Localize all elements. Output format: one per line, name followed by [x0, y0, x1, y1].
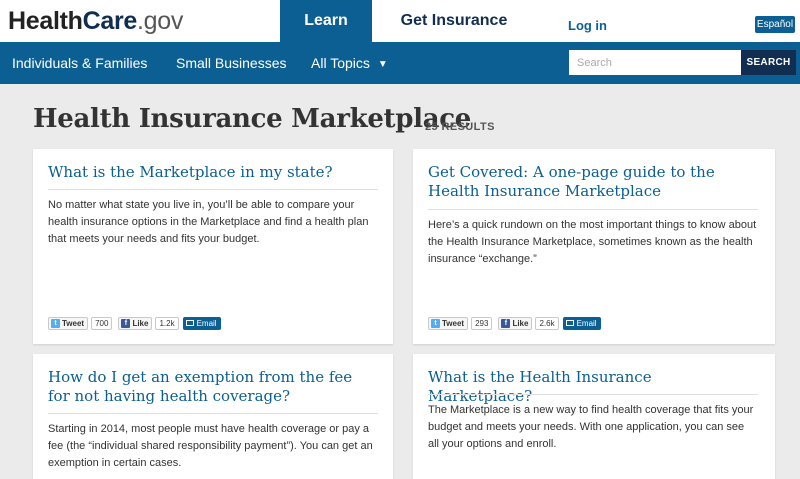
facebook-f-icon: f: [121, 318, 131, 328]
article-card: What is the Marketplace in my state? No …: [33, 149, 393, 344]
nav-tab-learn[interactable]: Learn: [280, 0, 372, 42]
logo-part-care: Care: [82, 7, 138, 35]
email-share-button[interactable]: Email: [182, 316, 221, 330]
search-button[interactable]: SEARCH: [741, 50, 796, 75]
card-divider: [48, 189, 378, 190]
tweet-button[interactable]: t Tweet: [48, 316, 89, 330]
tweet-label: Tweet: [442, 318, 465, 328]
healthcare-gov-logo[interactable]: HealthCare.gov: [8, 7, 183, 36]
language-toggle-button[interactable]: Español: [755, 16, 795, 33]
card-title-link[interactable]: Get Covered: A one-page guide to the Hea…: [428, 163, 748, 201]
login-link[interactable]: Log in: [568, 18, 607, 33]
chevron-down-icon: ▼: [377, 59, 388, 70]
email-share-button[interactable]: Email: [562, 316, 601, 330]
card-divider: [48, 413, 378, 414]
card-title-link[interactable]: How do I get an exemption from the fee f…: [48, 368, 368, 406]
card-title-link[interactable]: What is the Health Insurance Marketplace…: [428, 368, 748, 406]
card-divider: [428, 209, 758, 210]
article-card: How do I get an exemption from the fee f…: [33, 354, 393, 479]
article-card: What is the Health Insurance Marketplace…: [413, 354, 775, 479]
subnav-item-label: Small Businesses: [176, 55, 287, 71]
tweet-count: 700: [91, 316, 113, 330]
social-share-bar: t Tweet 700 f Like 1.2k Email: [48, 316, 221, 330]
page-title: Health Insurance Marketplace: [33, 104, 472, 134]
tweet-label: Tweet: [62, 318, 85, 328]
subnav-item-small-businesses[interactable]: Small Businesses: [176, 42, 287, 84]
tweet-count: 293: [471, 316, 493, 330]
card-title-link[interactable]: What is the Marketplace in my state?: [48, 163, 368, 182]
card-summary: Here’s a quick rundown on the most impor…: [428, 219, 757, 265]
tweet-button[interactable]: t Tweet: [428, 316, 469, 330]
card-divider: [428, 394, 758, 395]
twitter-bird-icon: t: [431, 318, 440, 328]
envelope-icon: [565, 320, 574, 326]
twitter-bird-icon: t: [51, 318, 60, 328]
card-summary: The Marketplace is a new way to find hea…: [428, 404, 754, 450]
facebook-like-button[interactable]: f Like: [498, 316, 533, 330]
search-input[interactable]: [569, 50, 741, 75]
like-label: Like: [132, 318, 149, 328]
like-label: Like: [512, 318, 529, 328]
subnav-item-all-topics[interactable]: All Topics ▼: [311, 42, 388, 84]
like-count: 2.6k: [535, 316, 559, 330]
email-label: Email: [196, 318, 217, 328]
envelope-icon: [185, 320, 194, 326]
like-count: 1.2k: [155, 316, 179, 330]
results-count: 25 RESULTS: [425, 121, 495, 133]
nav-tab-get-insurance[interactable]: Get Insurance: [388, 0, 520, 42]
logo-part-gov: .gov: [137, 7, 184, 35]
subnav-item-label: All Topics: [311, 55, 370, 71]
top-bar: HealthCare.gov Learn Get Insurance Log i…: [0, 0, 800, 42]
subnav-item-individuals-families[interactable]: Individuals & Families: [12, 42, 147, 84]
card-summary: No matter what state you live in, you’ll…: [48, 199, 369, 245]
facebook-f-icon: f: [501, 318, 511, 328]
facebook-like-button[interactable]: f Like: [118, 316, 153, 330]
logo-part-health: Health: [8, 7, 83, 35]
email-label: Email: [576, 318, 597, 328]
social-share-bar: t Tweet 293 f Like 2.6k Email: [428, 316, 601, 330]
card-summary: Starting in 2014, most people must have …: [48, 423, 373, 469]
article-card: Get Covered: A one-page guide to the Hea…: [413, 149, 775, 344]
subnav-item-label: Individuals & Families: [12, 55, 148, 71]
